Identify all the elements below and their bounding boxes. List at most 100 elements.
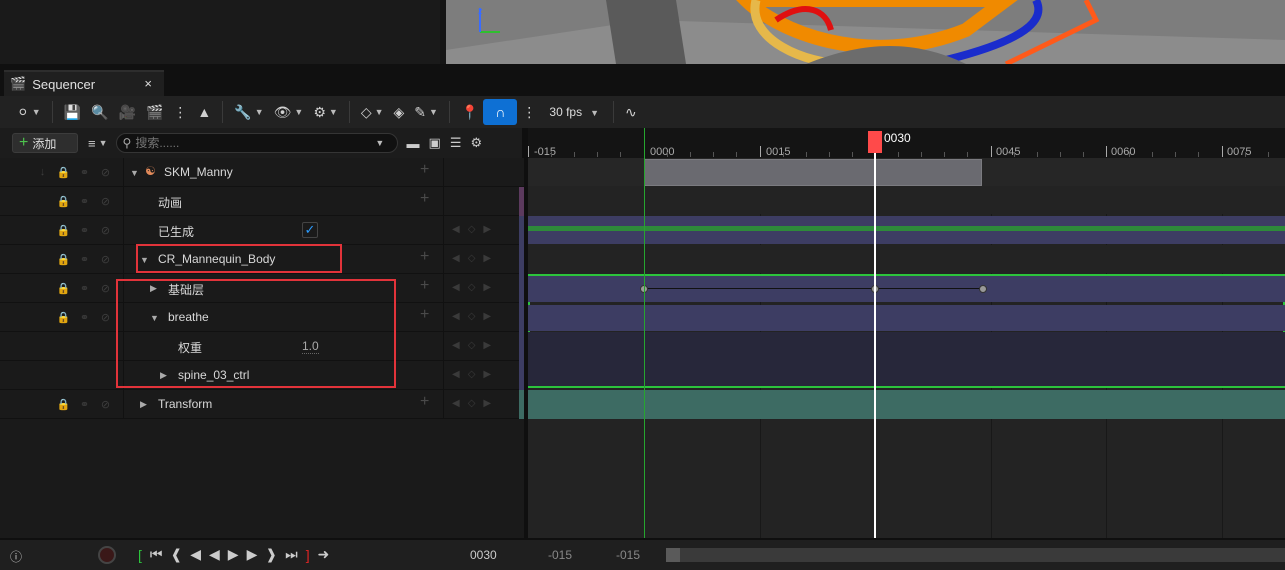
step-back-icon[interactable]: ◀ [190, 546, 201, 563]
add-key-icon[interactable]: ◇ [468, 224, 476, 235]
timeline-scrollbar[interactable] [666, 548, 1285, 562]
auto-key-button[interactable]: ◈ [389, 99, 410, 125]
next-key-icon[interactable]: ▶ [483, 224, 491, 235]
render-movie-button[interactable]: 🎬 [141, 99, 168, 125]
current-frame-field[interactable]: 0030 [470, 548, 497, 562]
next-key-icon[interactable]: ▶ [483, 398, 491, 409]
track-area[interactable] [528, 158, 1285, 538]
prev-key-icon[interactable]: ◀ [452, 253, 460, 264]
headphones-icon[interactable]: ⚭ [76, 224, 93, 237]
track-row-weight[interactable]: 权重 1.0 ◀ ◇ ▶ [0, 331, 524, 361]
expand-arrow-icon[interactable]: ▶ [140, 399, 147, 410]
lock-icon[interactable]: 🔒 [55, 253, 72, 266]
keyframe[interactable] [979, 285, 987, 293]
snap-toggle-button[interactable]: ∩ [483, 99, 518, 125]
playback-options-button[interactable]: ⚙ ▼ [308, 99, 342, 125]
next-key-icon[interactable]: ▶ [483, 311, 491, 322]
mute-icon[interactable]: ⊘ [97, 398, 114, 411]
lock-icon[interactable]: 🔒 [55, 398, 72, 411]
headphones-icon[interactable]: ⚭ [76, 311, 93, 324]
lock-icon[interactable]: 🔒 [55, 282, 72, 295]
close-icon[interactable]: × [144, 76, 152, 91]
set-end-icon[interactable]: ] [306, 547, 310, 563]
lock-icon[interactable]: 🔒 [55, 311, 72, 324]
add-track-button[interactable]: + 添加 [12, 133, 78, 153]
lock-icon[interactable]: 🔒 [55, 224, 72, 237]
find-asset-button[interactable]: 🔍 [86, 99, 113, 125]
next-key-icon[interactable]: ❱ [265, 546, 277, 563]
mute-icon[interactable]: ⊘ [97, 224, 114, 237]
playback-start-marker[interactable] [644, 128, 645, 538]
expand-arrow-icon[interactable]: ▶ [160, 370, 167, 381]
view-range-end[interactable]: -015 [616, 548, 640, 562]
add-key-icon[interactable]: ◇ [468, 311, 476, 322]
prev-key-icon[interactable]: ◀ [452, 311, 460, 322]
next-key-icon[interactable]: ▶ [483, 369, 491, 380]
expand-arrow-icon[interactable]: ▼ [140, 255, 149, 265]
play-reverse-icon[interactable]: ◀ [209, 546, 220, 563]
weight-value-field[interactable]: 1.0 [302, 339, 319, 354]
actions-menu-button[interactable]: 🔧 ▼ [229, 99, 268, 125]
key-interpolation-button[interactable]: ◇ ▼ [356, 99, 389, 125]
add-subtrack-icon[interactable]: + [420, 306, 429, 324]
mute-icon[interactable]: ⊘ [97, 282, 114, 295]
search-input[interactable] [135, 136, 376, 150]
prev-key-icon[interactable]: ◀ [452, 224, 460, 235]
next-key-icon[interactable]: ▶ [483, 340, 491, 351]
edit-mode-button[interactable]: ✎ ▼ [409, 99, 443, 125]
collapse-all-icon[interactable]: ▬ [407, 136, 420, 151]
level-viewport[interactable]: z [446, 0, 1285, 64]
playhead-handle[interactable] [868, 131, 882, 153]
tab-sequencer[interactable]: 🎬 Sequencer × [4, 70, 164, 96]
framerate-select[interactable]: 30 fps ▼ [541, 105, 607, 119]
prev-key-icon[interactable]: ◀ [452, 282, 460, 293]
prev-key-icon[interactable]: ◀ [452, 369, 460, 380]
add-key-icon[interactable]: ◇ [468, 340, 476, 351]
curve-editor-button[interactable]: ∿ [620, 99, 642, 125]
add-subtrack-icon[interactable]: + [420, 393, 429, 411]
add-key-icon[interactable]: ◇ [468, 282, 476, 293]
spawned-checkbox[interactable]: ✓ [302, 222, 318, 238]
prev-key-icon[interactable]: ◀ [452, 340, 460, 351]
expand-arrow-icon[interactable]: ▼ [130, 168, 139, 178]
camera-button[interactable]: 🎥 [114, 99, 141, 125]
add-key-icon[interactable]: ◇ [468, 253, 476, 264]
loop-arrow-icon[interactable]: ➜ [318, 546, 330, 563]
playhead-line[interactable] [874, 136, 876, 538]
headphones-icon[interactable]: ⚭ [76, 398, 93, 411]
lock-icon[interactable]: 🔒 [55, 166, 72, 179]
info-icon[interactable]: ⓘ [10, 548, 22, 565]
track-row-spine-ctrl[interactable]: ▶ spine_03_ctrl ◀ ◇ ▶ [0, 360, 524, 390]
expand-arrow-icon[interactable]: ▼ [150, 313, 159, 323]
track-row-transform[interactable]: 🔒 ⚭ ⊘ ▶ Transform + ◀ ◇ ▶ [0, 389, 524, 419]
track-row-base-layer[interactable]: 🔒 ⚭ ⊘ ▶ 基础层 + ◀ ◇ ▶ [0, 273, 524, 303]
next-key-icon[interactable]: ▶ [483, 282, 491, 293]
spawnable-section[interactable] [644, 159, 982, 186]
timeline-panel[interactable]: -015 0000 0015 0045 0060 0075 0030 [528, 128, 1285, 538]
add-subtrack-icon[interactable]: + [420, 248, 429, 266]
mute-icon[interactable]: ⊘ [97, 253, 114, 266]
set-start-icon[interactable]: [ [138, 547, 142, 563]
list-view-icon[interactable]: ☰ [450, 135, 462, 151]
add-subtrack-icon[interactable]: + [420, 190, 429, 208]
world-menu-button[interactable]: ⚪ ▼ [12, 99, 46, 125]
headphones-icon[interactable]: ⚭ [76, 195, 93, 208]
add-subtrack-icon[interactable]: + [420, 161, 429, 179]
lock-icon[interactable]: 🔒 [55, 195, 72, 208]
chevron-down-icon[interactable]: ▼ [375, 138, 384, 148]
marker-button[interactable]: 📍 [456, 99, 483, 125]
track-row-animation[interactable]: 🔒 ⚭ ⊘ 动画 + [0, 186, 524, 216]
hierarchy-button[interactable]: ▲ [192, 99, 216, 125]
view-options-button[interactable]: 👁 ▼ [269, 99, 309, 125]
previous-key-icon[interactable]: ❰ [171, 546, 183, 563]
headphones-icon[interactable]: ⚭ [76, 253, 93, 266]
track-row-spawned[interactable]: 🔒 ⚭ ⊘ 已生成 ✓ ◀ ◇ ▶ [0, 215, 524, 245]
view-range-start[interactable]: -015 [548, 548, 572, 562]
record-button[interactable] [98, 546, 116, 564]
scrollbar-thumb[interactable] [666, 548, 680, 562]
add-key-icon[interactable]: ◇ [468, 369, 476, 380]
jump-to-start-icon[interactable]: ⏮ [150, 546, 163, 563]
more-options-button[interactable]: ⋮ [168, 99, 192, 125]
play-icon[interactable]: ▶ [228, 546, 239, 563]
filter-button[interactable]: ≡ ▼ [88, 136, 108, 151]
